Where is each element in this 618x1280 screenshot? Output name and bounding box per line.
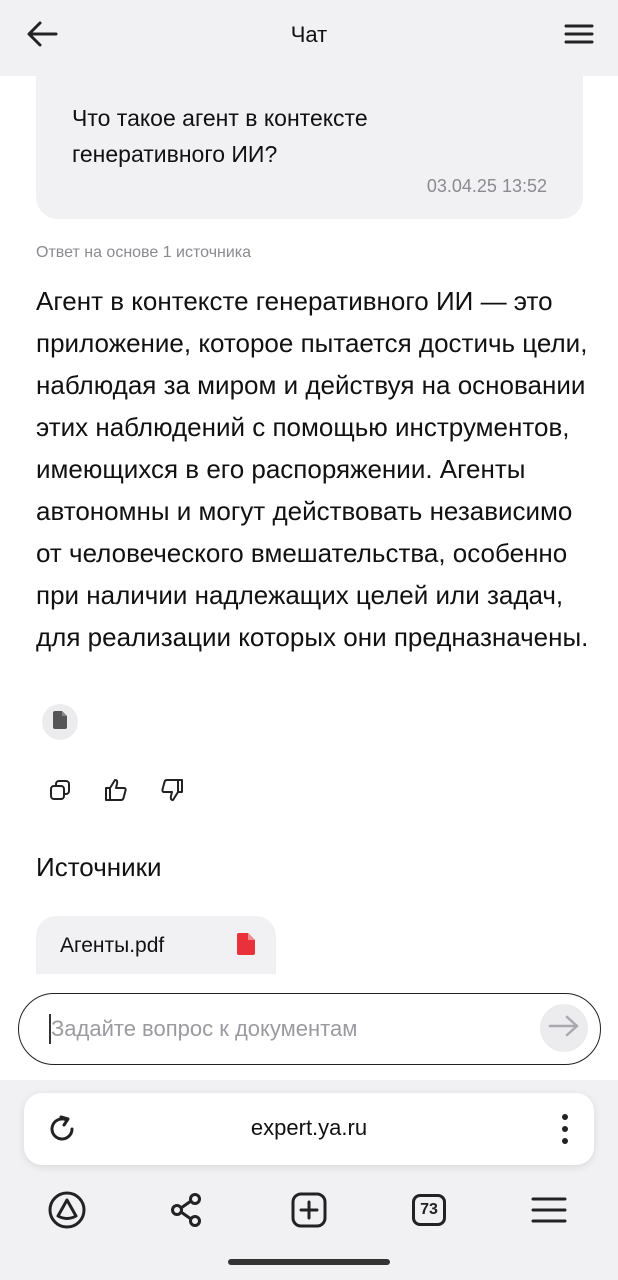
answer-actions: [44, 774, 188, 806]
hamburger-menu-icon[interactable]: [562, 18, 596, 50]
answer-text: Агент в контексте генеративного ИИ — это…: [36, 286, 589, 652]
question-input-area: Задайте вопрос к документам: [0, 974, 618, 1080]
send-button[interactable]: [540, 1004, 588, 1052]
sources-title: Источники: [36, 852, 162, 882]
question-bubble: Что такое агент в контексте генеративног…: [36, 76, 583, 219]
address-bar[interactable]: expert.ya.ru: [24, 1093, 594, 1165]
more-vertical-icon[interactable]: [560, 1111, 570, 1147]
page-title: Чат: [290, 22, 328, 47]
tabs-button[interactable]: 73: [407, 1188, 451, 1232]
hamburger-menu-icon[interactable]: [527, 1188, 571, 1232]
share-icon[interactable]: [165, 1188, 209, 1232]
answer-source-note: Ответ на основе 1 источника: [36, 244, 252, 261]
document-reference-chip[interactable]: [42, 704, 78, 740]
question-input[interactable]: Задайте вопрос к документам: [18, 993, 601, 1065]
source-file-card[interactable]: Агенты.pdf: [36, 916, 276, 974]
source-file-name: Агенты.pdf: [60, 934, 165, 957]
question-timestamp: 03.04.25 13:52: [426, 176, 547, 196]
thumbs-down-icon[interactable]: [156, 774, 188, 806]
alice-icon[interactable]: [45, 1188, 89, 1232]
pdf-file-icon: [236, 932, 256, 956]
url-text: expert.ya.ru: [250, 1115, 368, 1140]
plus-square-icon[interactable]: [287, 1188, 331, 1232]
copy-icon[interactable]: [44, 774, 76, 806]
question-text: Что такое агент в контексте генеративног…: [72, 105, 368, 167]
arrow-right-icon: [547, 1014, 581, 1043]
top-bar: Чат: [0, 0, 618, 76]
home-indicator[interactable]: [228, 1259, 390, 1265]
input-placeholder: Задайте вопрос к документам: [51, 1016, 358, 1041]
browser-nav-bar: 73: [0, 1180, 618, 1240]
tabs-count: 73: [412, 1194, 446, 1226]
document-icon: [52, 710, 68, 735]
thumbs-up-icon[interactable]: [100, 774, 132, 806]
